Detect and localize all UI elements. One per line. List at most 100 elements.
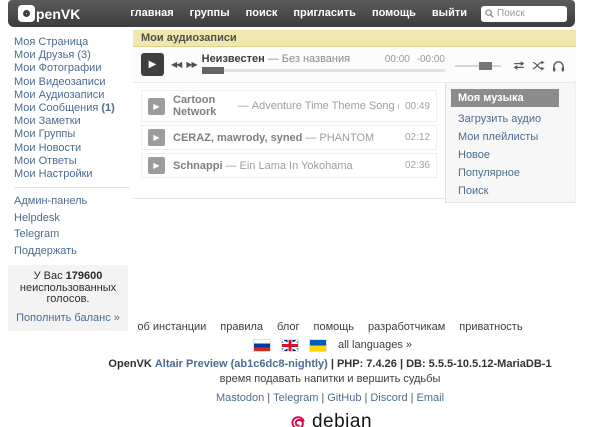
debian-swirl-icon <box>291 416 305 427</box>
footer-link-privacy[interactable]: приватность <box>459 321 522 333</box>
track-play-button[interactable]: ▶ <box>148 129 165 146</box>
main-content: Мои аудиозаписи ▶ ◀◀ ▶▶ Неизвестен — Без… <box>133 30 576 203</box>
previous-track-icon[interactable]: ◀◀ <box>171 60 182 69</box>
footer-link-about-instance[interactable]: об инстанции <box>137 321 206 333</box>
next-track-icon[interactable]: ▶▶ <box>186 60 197 69</box>
nav-item-groups[interactable]: группы <box>182 0 238 27</box>
artist-title-separator: — <box>237 100 249 112</box>
footer-links: об инстанции правила блог помощь разработчик… <box>50 321 604 333</box>
social-link-email[interactable]: Email <box>417 392 445 404</box>
flag-ukraine-icon[interactable] <box>308 338 327 352</box>
footer-link-developers[interactable]: разработчикам <box>368 321 445 333</box>
all-languages-link[interactable]: all languages » <box>338 339 412 351</box>
track-artist: Schnappi <box>173 159 223 172</box>
nav-item-invite[interactable]: пригласить <box>285 0 364 27</box>
openvk-logo[interactable]: penVK <box>18 5 80 22</box>
track-play-button[interactable]: ▶ <box>148 97 165 115</box>
sidebar-item-my-notes[interactable]: Мои Заметки <box>14 115 130 128</box>
track-row[interactable]: ▶ CERAZ, mawrody, syned — PHANTOM 02:12 <box>141 125 437 150</box>
footer-link-rules[interactable]: правила <box>220 321 263 333</box>
nav-item-help[interactable]: помощь <box>364 0 424 27</box>
footer-motto: время подавать напитки и вершить судьбы <box>219 373 441 385</box>
debian-powered-link[interactable]: debian POWERED <box>288 412 372 427</box>
audio-side-menu: Моя музыка Загрузить аудио Мои плейлисты… <box>445 83 576 203</box>
social-link-mastodon[interactable]: Mastodon <box>216 392 264 404</box>
track-title: Adventure Time Theme Song (VGR Remix) <box>251 100 399 112</box>
messages-count: (1) <box>101 102 115 115</box>
play-icon: ▶ <box>148 59 157 70</box>
openvk-audio-page: penVK главная группы поиск пригласить по… <box>0 0 604 427</box>
sidebar-item-my-photos[interactable]: Мои Фотографии <box>14 62 130 75</box>
sidebar-item-helpdesk[interactable]: Helpdesk <box>14 212 130 224</box>
sidebar-item-my-friends[interactable]: Мои Друзья (3) <box>14 49 130 62</box>
play-icon: ▶ <box>153 133 160 142</box>
nav-item-logout[interactable]: выйти <box>424 0 475 27</box>
sidebar-item-donate[interactable]: Поддержать <box>14 245 130 257</box>
nav-item-search[interactable]: поиск <box>238 0 286 27</box>
volume-slider[interactable] <box>455 62 501 70</box>
menu-item-popular[interactable]: Популярное <box>451 165 559 181</box>
votes-balance-line1: У Вас 179600 <box>33 269 103 282</box>
track-title: PHANTOM <box>319 131 375 144</box>
sidebar-item-my-groups[interactable]: Мои Группы <box>14 128 130 141</box>
top-nav-links: главная группы поиск пригласить помощь в… <box>122 0 575 27</box>
social-link-discord[interactable]: Discord <box>370 392 407 404</box>
footer-languages: all languages » <box>50 338 604 352</box>
menu-item-search[interactable]: Поиск <box>451 183 559 199</box>
seek-thumb[interactable] <box>201 67 224 74</box>
repeat-icon[interactable] <box>512 60 526 74</box>
sidebar-item-admin-panel[interactable]: Админ-панель <box>14 195 130 207</box>
page-title: Мои аудиозаписи <box>133 30 576 47</box>
shuffle-icon[interactable] <box>532 60 546 74</box>
nav-item-home[interactable]: главная <box>122 0 181 27</box>
sidebar-item-my-news[interactable]: Мои Новости <box>14 142 130 155</box>
player-track-title: Без названия <box>281 53 351 65</box>
flag-russia-icon[interactable] <box>252 338 271 352</box>
headphones-icon[interactable] <box>552 60 565 75</box>
time-elapsed: 00:00 <box>384 54 410 65</box>
search-input[interactable] <box>497 8 561 19</box>
footer-social-links: Mastodon | Telegram | GitHub | Discord | Email <box>215 392 445 404</box>
sidebar-item-my-settings[interactable]: Мои Настройки <box>14 168 130 181</box>
track-duration: 02:36 <box>404 160 430 171</box>
social-link-telegram[interactable]: Telegram <box>273 392 318 404</box>
header-search-box[interactable] <box>481 5 567 22</box>
sidebar-item-my-page[interactable]: Моя Страница <box>14 36 130 49</box>
audio-content-row: ▶ Cartoon Network — Adventure Time Theme… <box>133 83 576 203</box>
player-play-button[interactable]: ▶ <box>141 53 164 76</box>
volume-thumb[interactable] <box>479 62 492 70</box>
footer-release-link[interactable]: Altair Preview (ab1c6dc8-nightly) <box>155 358 328 370</box>
artist-title-separator: — <box>225 159 237 172</box>
sidebar-item-my-videos[interactable]: Мои Видеозаписи <box>14 76 130 89</box>
flag-uk-icon[interactable] <box>280 338 299 352</box>
menu-item-upload-audio[interactable]: Загрузить аудио <box>451 111 559 127</box>
sidebar-item-my-answers[interactable]: Мои Ответы <box>14 155 130 168</box>
menu-item-my-music[interactable]: Моя музыка <box>451 89 559 107</box>
track-artist: CERAZ, mawrody, syned <box>173 131 303 144</box>
sidebar-item-my-messages[interactable]: Мои Сообщения (1) <box>14 102 130 115</box>
footer-stack-info: | PHP: 7.4.26 | DB: 5.5.5-10.5.12-MariaD… <box>330 358 552 370</box>
player-track-info: Неизвестен — Без названия 00:00 -00:00 <box>201 53 445 74</box>
track-title: Ein Lama In Yokohama <box>239 159 353 172</box>
time-remaining: -00:00 <box>416 54 445 65</box>
sidebar-item-telegram[interactable]: Telegram <box>14 228 130 240</box>
sidebar-item-my-audios[interactable]: Мои Аудиозаписи <box>14 89 130 102</box>
top-navbar: penVK главная группы поиск пригласить по… <box>8 0 575 27</box>
menu-item-my-playlists[interactable]: Мои плейлисты <box>451 129 559 145</box>
track-duration: 00:49 <box>404 100 430 112</box>
openvk-logo-icon <box>18 5 35 22</box>
play-icon: ▶ <box>153 161 160 170</box>
track-duration: 02:12 <box>404 132 430 143</box>
track-play-button[interactable]: ▶ <box>148 157 165 174</box>
footer-link-blog[interactable]: блог <box>277 321 299 333</box>
seek-bar[interactable] <box>201 67 445 74</box>
footer-link-help[interactable]: помощь <box>314 321 355 333</box>
search-icon <box>485 9 494 18</box>
track-artist: Cartoon Network <box>173 94 217 118</box>
menu-item-new[interactable]: Новое <box>451 147 559 163</box>
track-row[interactable]: ▶ Schnappi — Ein Lama In Yokohama 02:36 <box>141 153 437 178</box>
social-link-github[interactable]: GitHub <box>327 392 361 404</box>
page-footer: об инстанции правила блог помощь разработчик… <box>50 321 604 427</box>
track-row[interactable]: ▶ Cartoon Network — Adventure Time Theme… <box>141 90 437 122</box>
footer-version-line: OpenVK Altair Preview (ab1c6dc8-nightly) |… <box>50 358 604 370</box>
